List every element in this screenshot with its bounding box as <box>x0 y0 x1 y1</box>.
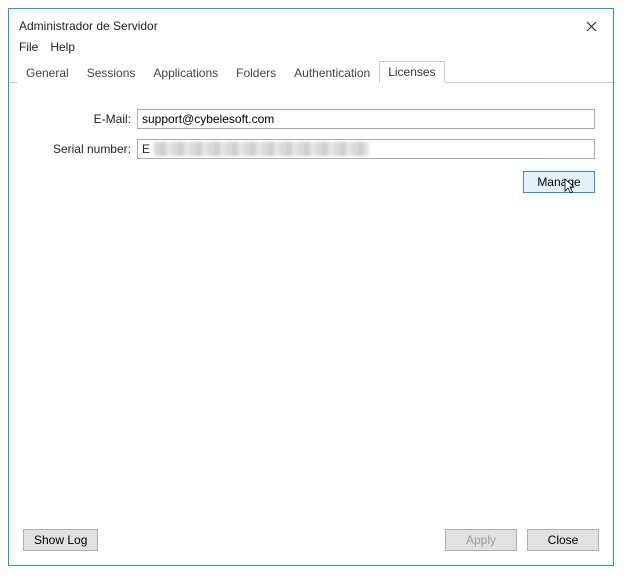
email-field[interactable] <box>137 109 595 129</box>
tab-applications[interactable]: Applications <box>144 61 227 83</box>
tab-licenses[interactable]: Licenses <box>379 61 444 83</box>
close-icon[interactable] <box>579 16 603 36</box>
apply-button[interactable]: Apply <box>445 529 517 551</box>
show-log-button[interactable]: Show Log <box>23 529 98 551</box>
serial-field[interactable]: E <box>137 139 595 159</box>
tab-authentication[interactable]: Authentication <box>285 61 379 83</box>
manage-button-label: Manage <box>537 175 580 189</box>
footer: Show Log Apply Close <box>9 513 613 565</box>
email-label: E-Mail: <box>27 112 137 126</box>
serial-redacted <box>154 142 369 156</box>
menu-file[interactable]: File <box>19 40 38 54</box>
manage-button[interactable]: Manage <box>523 171 595 193</box>
serial-label: Serial number: <box>27 142 137 156</box>
menubar: File Help <box>9 39 613 59</box>
serial-prefix: E <box>142 142 150 156</box>
tabstrip: General Sessions Applications Folders Au… <box>9 59 613 83</box>
tab-general[interactable]: General <box>17 61 78 83</box>
titlebar: Administrador de Servidor <box>9 9 613 39</box>
manage-row: Manage <box>27 171 595 193</box>
tab-sessions[interactable]: Sessions <box>78 61 145 83</box>
serial-row: Serial number: E <box>27 139 595 159</box>
email-row: E-Mail: <box>27 109 595 129</box>
tab-content: E-Mail: Serial number: E Manage <box>9 83 613 513</box>
window-title: Administrador de Servidor <box>19 19 158 33</box>
tab-folders[interactable]: Folders <box>227 61 285 83</box>
close-button[interactable]: Close <box>527 529 599 551</box>
window-frame: Administrador de Servidor File Help Gene… <box>8 8 614 566</box>
menu-help[interactable]: Help <box>50 40 75 54</box>
